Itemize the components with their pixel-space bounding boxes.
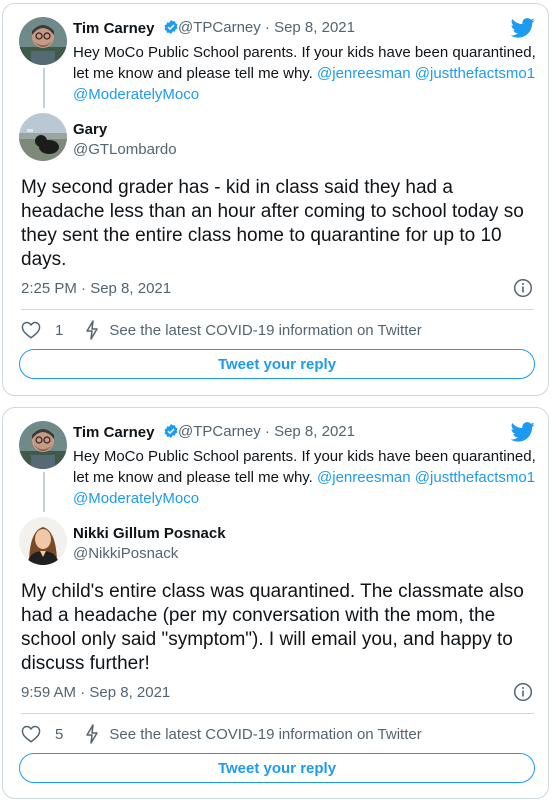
avatar[interactable] bbox=[19, 421, 67, 469]
thread-line bbox=[43, 68, 45, 108]
tweet-reply-button[interactable]: Tweet your reply bbox=[19, 753, 535, 783]
verified-badge-icon bbox=[163, 423, 179, 443]
avatar[interactable] bbox=[19, 517, 67, 565]
covid-info-link[interactable]: See the latest COVID-19 information on T… bbox=[109, 322, 421, 339]
twitter-bird-icon[interactable] bbox=[510, 18, 535, 43]
info-icon[interactable] bbox=[513, 278, 533, 303]
thread-line bbox=[43, 472, 45, 512]
author-handle-date[interactable]: @TPCarney · Sep 8, 2021 bbox=[178, 423, 355, 440]
author-name[interactable]: Tim Carney bbox=[73, 19, 179, 39]
parent-text-line: Hey MoCo Public School parents. If your … bbox=[73, 44, 536, 61]
covid-info-link[interactable]: See the latest COVID-19 information on T… bbox=[109, 726, 421, 743]
bolt-icon bbox=[85, 724, 99, 744]
reply-author-handle[interactable]: @GTLombardo bbox=[73, 141, 177, 158]
bolt-icon bbox=[85, 320, 99, 340]
reply-author-handle[interactable]: @NikkiPosnack bbox=[73, 545, 178, 562]
like-count: 1 bbox=[55, 321, 64, 339]
tweet-timestamp[interactable]: 2:25 PM · Sep 8, 2021 bbox=[21, 280, 171, 297]
tweet-reply-button[interactable]: Tweet your reply bbox=[19, 349, 535, 379]
tweet-card: Tim Carney @TPCarney · Sep 8, 2021 Hey M… bbox=[2, 3, 549, 396]
parent-text-line: let me know and please tell me why. bbox=[73, 469, 313, 486]
tweet-timestamp[interactable]: 9:59 AM · Sep 8, 2021 bbox=[21, 684, 170, 701]
mention-link[interactable]: @ModeratelyMoco bbox=[73, 84, 543, 105]
action-row: 5 See the latest COVID-19 information on… bbox=[21, 724, 422, 744]
mention-links[interactable]: @jenreesman @justthefactsmo1 bbox=[317, 65, 535, 82]
avatar[interactable] bbox=[19, 113, 67, 161]
reply-tweet-text: My second grader has - kid in class said… bbox=[21, 177, 524, 270]
heart-icon[interactable] bbox=[21, 725, 41, 743]
reply-author-name[interactable]: Nikki Gillum Posnack bbox=[73, 525, 226, 542]
divider bbox=[21, 713, 534, 714]
reply-author-name[interactable]: Gary bbox=[73, 121, 107, 138]
action-row: 1 See the latest COVID-19 information on… bbox=[21, 320, 422, 340]
like-count: 5 bbox=[55, 725, 64, 743]
author-name[interactable]: Tim Carney bbox=[73, 423, 179, 443]
avatar[interactable] bbox=[19, 17, 67, 65]
twitter-bird-icon[interactable] bbox=[510, 422, 535, 447]
verified-badge-icon bbox=[163, 19, 179, 39]
parent-text-line: let me know and please tell me why. bbox=[73, 65, 313, 82]
reply-tweet-text: My child's entire class was quarantined.… bbox=[21, 581, 524, 674]
parent-tweet-text: Hey MoCo Public School parents. If your … bbox=[73, 42, 543, 105]
mention-link[interactable]: @ModeratelyMoco bbox=[73, 488, 543, 509]
tweet-card: Tim Carney @TPCarney · Sep 8, 2021 Hey M… bbox=[2, 407, 549, 799]
parent-tweet-text: Hey MoCo Public School parents. If your … bbox=[73, 446, 543, 509]
author-handle-date[interactable]: @TPCarney · Sep 8, 2021 bbox=[178, 19, 355, 36]
info-icon[interactable] bbox=[513, 682, 533, 707]
divider bbox=[21, 309, 534, 310]
heart-icon[interactable] bbox=[21, 321, 41, 339]
mention-links[interactable]: @jenreesman @justthefactsmo1 bbox=[317, 469, 535, 486]
parent-text-line: Hey MoCo Public School parents. If your … bbox=[73, 448, 536, 465]
